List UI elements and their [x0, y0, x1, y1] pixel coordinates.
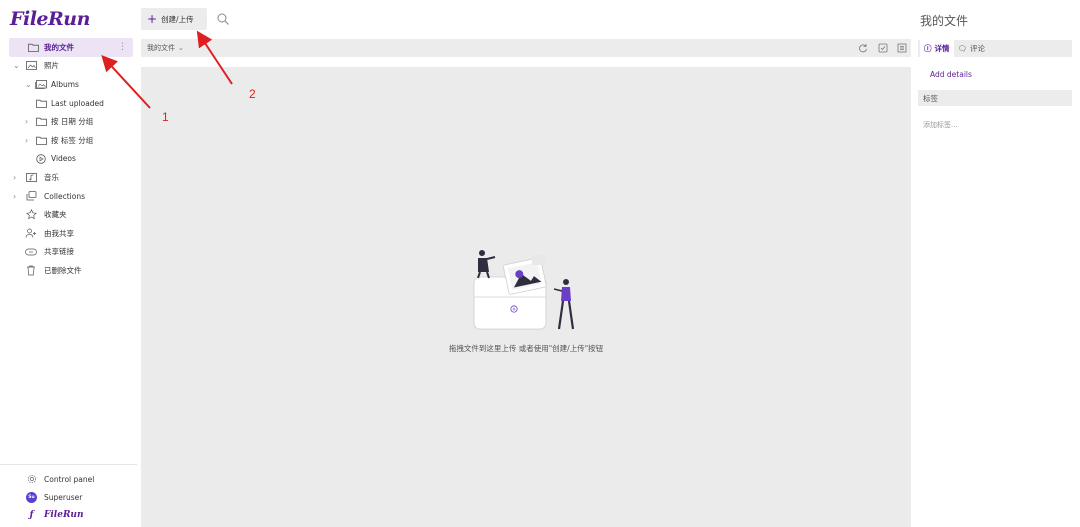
gear-icon: [26, 474, 37, 485]
collections-icon: [25, 191, 37, 201]
sidebar-item-label: Last uploaded: [51, 98, 104, 108]
folder-icon: [27, 42, 39, 52]
info-icon: ⓘ: [924, 44, 932, 53]
control-panel-label: Control panel: [44, 474, 95, 484]
sidebar-item-favorites[interactable]: 收藏夹: [0, 205, 137, 224]
add-details-link[interactable]: Add details: [930, 70, 972, 79]
file-drop-area[interactable]: 拖拽文件到这里上传 或者使用"创建/上传"按钮: [141, 67, 911, 527]
sidebar-item-collections[interactable]: › Collections: [0, 187, 137, 206]
sidebar-item-label: Collections: [44, 191, 86, 201]
tab-details[interactable]: ⓘ 详情: [920, 40, 954, 57]
sidebar-item-label: 收藏夹: [44, 210, 67, 220]
empty-folder-illustration: [473, 250, 575, 330]
sidebar-item-trash[interactable]: 已删除文件: [0, 261, 137, 280]
sidebar-item-photos[interactable]: ⌄ 照片: [0, 57, 137, 76]
empty-state-message: 拖拽文件到这里上传 或者使用"创建/上传"按钮: [448, 344, 604, 353]
play-circle-icon: [35, 154, 47, 164]
sidebar-item-label: 我的文件: [44, 42, 74, 52]
sidebar-bottom: Control panel Su Superuser ƒ FileRun: [0, 464, 137, 524]
chevron-down-icon[interactable]: ⌄: [25, 80, 32, 89]
sidebar-item-label: 音乐: [44, 172, 59, 182]
refresh-icon[interactable]: [858, 43, 868, 53]
details-panel-title: 我的文件: [920, 14, 969, 28]
trash-icon: [25, 265, 37, 276]
folder-icon: [35, 98, 47, 108]
filerun-mini-logo: FileRun: [44, 510, 84, 520]
user-menu[interactable]: Su Superuser: [0, 488, 137, 506]
about-link[interactable]: ƒ FileRun: [0, 506, 137, 524]
details-panel-tabs: ⓘ 详情 🗨 评论: [918, 40, 1072, 57]
chevron-right-icon[interactable]: ›: [13, 192, 16, 201]
annotation-marker-1: 1: [162, 110, 169, 124]
sidebar-item-label: Albums: [51, 79, 79, 89]
create-upload-label: 创建/上传: [161, 14, 194, 24]
folder-icon: [35, 117, 47, 127]
sidebar-item-shared-by-me[interactable]: 由我共享: [0, 224, 137, 243]
chevron-down-icon[interactable]: ⌄: [13, 61, 20, 70]
tags-header: 标签: [918, 90, 1072, 106]
create-upload-button[interactable]: + 创建/上传: [141, 8, 207, 30]
chevron-right-icon[interactable]: ›: [25, 136, 28, 145]
album-icon: [35, 79, 47, 89]
sidebar-tree: 我的文件 ⋮ ⌄ 照片 ⌄ Albums Last uploaded › 按 日…: [0, 38, 137, 280]
tab-comments[interactable]: 🗨 评论: [954, 40, 990, 57]
breadcrumb-current[interactable]: 我的文件: [147, 43, 175, 53]
sidebar-item-my-files[interactable]: 我的文件 ⋮: [9, 38, 133, 57]
search-button[interactable]: [216, 12, 230, 26]
sidebar-item-label: 已删除文件: [44, 265, 82, 275]
filerun-app: FileRun 我的文件 ⋮ ⌄ 照片 ⌄ Albums Last upload…: [0, 0, 1080, 527]
folder-icon: [35, 135, 47, 145]
sidebar: FileRun 我的文件 ⋮ ⌄ 照片 ⌄ Albums Last upload…: [0, 0, 137, 527]
sidebar-item-albums[interactable]: ⌄ Albums: [0, 75, 137, 94]
sidebar-item-label: 按 日期 分组: [51, 117, 94, 127]
sidebar-item-label: 共享链接: [44, 247, 74, 257]
avatar-initials: Su: [26, 491, 37, 503]
annotation-marker-2: 2: [249, 87, 256, 101]
sidebar-item-shared-links[interactable]: 共享链接: [0, 243, 137, 262]
details-panel-icon[interactable]: [897, 43, 907, 53]
image-folder-icon: [25, 61, 37, 71]
sidebar-item-label: Videos: [51, 154, 76, 164]
music-folder-icon: [25, 172, 37, 182]
chevron-right-icon[interactable]: ›: [13, 173, 16, 182]
more-options-icon[interactable]: ⋮: [118, 42, 127, 52]
user-share-icon: [25, 228, 37, 238]
control-panel-link[interactable]: Control panel: [0, 470, 137, 488]
link-icon: [25, 247, 37, 257]
star-icon: [25, 209, 37, 220]
sidebar-item-label: 按 标签 分组: [51, 135, 94, 145]
sidebar-item-music[interactable]: › 音乐: [0, 168, 137, 187]
search-icon: [217, 13, 229, 25]
filerun-logo[interactable]: FileRun: [10, 8, 90, 30]
tab-comments-label: 评论: [970, 44, 986, 53]
comments-icon: 🗨: [957, 44, 968, 53]
tab-details-label: 详情: [934, 44, 950, 53]
sidebar-item-group-by-date[interactable]: › 按 日期 分组: [0, 112, 137, 131]
tags-input[interactable]: 添加标签...: [923, 120, 958, 130]
username: Superuser: [44, 492, 83, 502]
sidebar-item-label: 照片: [44, 61, 59, 71]
filerun-mini-icon: ƒ: [29, 510, 34, 520]
breadcrumb: 我的文件 ⌄: [141, 39, 911, 57]
chevron-right-icon[interactable]: ›: [25, 117, 28, 126]
sidebar-item-group-by-tag[interactable]: › 按 标签 分组: [0, 131, 137, 150]
chevron-down-icon[interactable]: ⌄: [178, 44, 184, 52]
select-icon[interactable]: [878, 43, 888, 53]
sidebar-item-videos[interactable]: Videos: [0, 150, 137, 169]
sidebar-item-label: 由我共享: [44, 228, 74, 238]
avatar: Su: [26, 491, 37, 503]
sidebar-item-last-uploaded[interactable]: Last uploaded: [0, 94, 137, 113]
plus-icon: +: [147, 12, 158, 26]
